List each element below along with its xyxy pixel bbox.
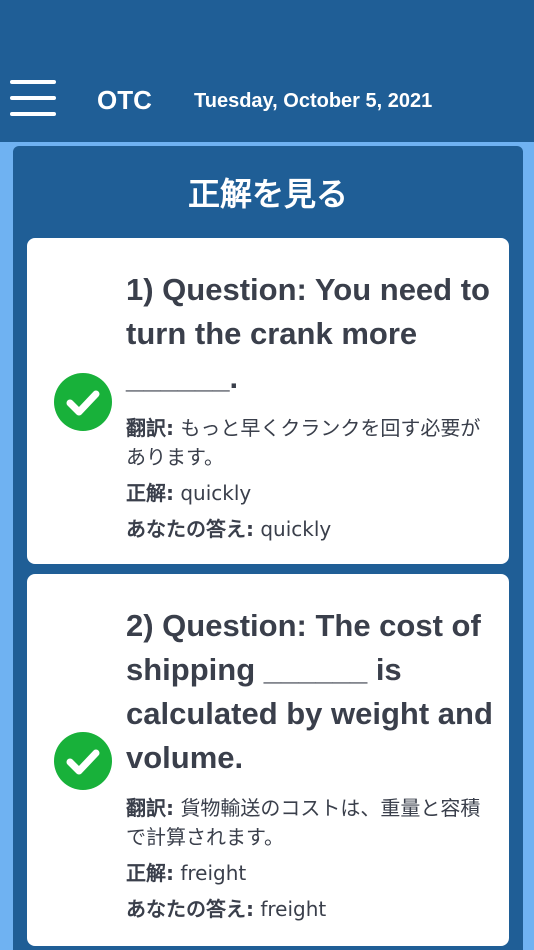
page-title: 正解を見る bbox=[187, 175, 348, 213]
correct-answer-value: quickly bbox=[180, 481, 252, 505]
check-circle-icon bbox=[54, 732, 112, 790]
translation-text: 貨物輸送のコストは、重量と容積で計算されます。 bbox=[126, 796, 481, 849]
translation-label: 翻訳: bbox=[126, 796, 174, 820]
current-date: Tuesday, October 5, 2021 bbox=[194, 90, 433, 112]
question-card: 1) Question: You need to turn the crank … bbox=[27, 238, 509, 564]
your-answer-value: freight bbox=[260, 897, 327, 921]
your-answer-label: あなたの答え: bbox=[126, 897, 254, 921]
translation-label: 翻訳: bbox=[126, 416, 174, 440]
check-circle-icon bbox=[54, 373, 112, 431]
translation-row: 翻訳: 貨物輸送のコストは、重量と容積で計算されます。 bbox=[126, 794, 498, 852]
app-screen: OTC Tuesday, October 5, 2021 正解を見る 1) Qu… bbox=[0, 0, 534, 950]
question-content: 2) Question: The cost of shipping ______… bbox=[126, 604, 498, 924]
correct-answer-label: 正解: bbox=[126, 481, 174, 505]
your-answer-row: あなたの答え: freight bbox=[126, 894, 498, 924]
question-text: 1) Question: You need to turn the crank … bbox=[126, 272, 490, 395]
review-panel: 正解を見る 1) Question: You need to turn the … bbox=[13, 146, 523, 950]
app-title: OTC bbox=[97, 85, 152, 115]
correct-answer-label: 正解: bbox=[126, 861, 174, 885]
question-content: 1) Question: You need to turn the crank … bbox=[126, 268, 498, 544]
hamburger-menu-icon[interactable] bbox=[10, 80, 56, 118]
your-answer-label: あなたの答え: bbox=[126, 517, 254, 541]
correct-answer-row: 正解: freight bbox=[126, 858, 498, 888]
translation-row: 翻訳: もっと早くクランクを回す必要があります。 bbox=[126, 414, 498, 472]
your-answer-row: あなたの答え: quickly bbox=[126, 514, 498, 544]
correct-answer-row: 正解: quickly bbox=[126, 478, 498, 508]
translation-text: もっと早くクランクを回す必要があります。 bbox=[126, 416, 481, 469]
your-answer-value: quickly bbox=[260, 517, 332, 541]
correct-answer-value: freight bbox=[180, 861, 247, 885]
question-text: 2) Question: The cost of shipping ______… bbox=[126, 608, 493, 775]
top-bar: OTC Tuesday, October 5, 2021 bbox=[0, 0, 534, 142]
question-card: 2) Question: The cost of shipping ______… bbox=[27, 574, 509, 946]
